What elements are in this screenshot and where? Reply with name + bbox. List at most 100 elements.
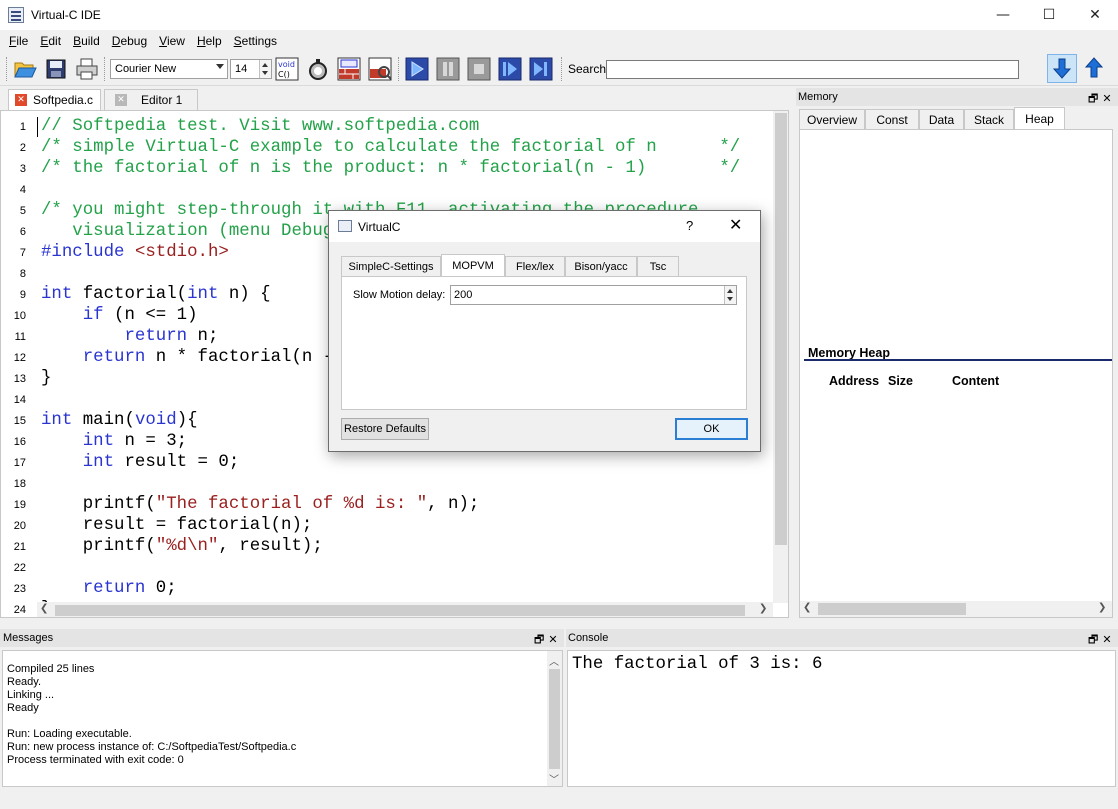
close-window-button[interactable]: ✕ xyxy=(1072,0,1118,30)
dialog-close-button[interactable]: ✕ xyxy=(729,215,742,234)
restore-defaults-button[interactable]: Restore Defaults xyxy=(341,418,429,440)
scroll-left-icon[interactable]: ❮ xyxy=(803,602,811,613)
line-number: 22 xyxy=(13,562,26,574)
dialog-help-button[interactable]: ? xyxy=(686,218,693,233)
scrollbar-thumb[interactable] xyxy=(55,605,745,616)
code-line: int n = 3; xyxy=(41,431,187,452)
build-magnifier-icon[interactable] xyxy=(367,56,393,82)
step-over-icon[interactable] xyxy=(497,56,523,82)
tab-simplec-settings[interactable]: SimpleC-Settings xyxy=(341,256,441,276)
code-token: , n); xyxy=(427,495,480,514)
message-line: Ready. xyxy=(7,676,42,688)
editor-vertical-scrollbar[interactable] xyxy=(773,111,788,603)
tab-flex-lex[interactable]: Flex/lex xyxy=(505,256,565,276)
scroll-up-icon[interactable]: ︿ xyxy=(549,653,559,668)
run-icon[interactable] xyxy=(404,56,430,82)
arrow-up-icon xyxy=(1084,57,1104,78)
tab-editor-1[interactable]: ✕ Editor 1 xyxy=(104,89,198,110)
line-number: 7 xyxy=(19,247,26,259)
scrollbar-thumb[interactable] xyxy=(818,603,966,615)
line-number: 23 xyxy=(13,583,26,595)
open-folder-icon[interactable] xyxy=(12,56,38,82)
tab-heap[interactable]: Heap xyxy=(1014,107,1065,130)
tab-bison-yacc[interactable]: Bison/yacc xyxy=(565,256,637,276)
scroll-left-icon[interactable]: ❮ xyxy=(40,603,48,614)
tab-tsc[interactable]: Tsc xyxy=(637,256,679,276)
font-size-value: 14 xyxy=(235,63,248,75)
scroll-down-icon[interactable]: ﹀ xyxy=(549,771,559,786)
tab-const[interactable]: Const xyxy=(865,109,919,130)
tab-stack[interactable]: Stack xyxy=(964,109,1014,130)
menu-file[interactable]: File xyxy=(3,34,34,48)
code-line: result = factorial(n); xyxy=(41,515,313,536)
step-into-icon[interactable] xyxy=(528,56,554,82)
spinner-arrows-icon[interactable] xyxy=(259,60,271,78)
tab-softpedia-c[interactable]: ✕ Softpedia.c xyxy=(8,89,101,110)
font-family-select[interactable]: Courier New xyxy=(110,59,228,79)
close-icon[interactable]: ✕ xyxy=(115,94,127,106)
code-token: 0; xyxy=(145,579,177,598)
scroll-right-icon[interactable]: ❯ xyxy=(759,603,767,614)
menu-build[interactable]: Build xyxy=(67,34,106,48)
scroll-right-icon[interactable]: ❯ xyxy=(1098,602,1106,613)
memory-dock-buttons[interactable]: 🗗✕ xyxy=(1088,90,1116,109)
memory-heap-title: Memory Heap xyxy=(808,346,890,360)
code-token: if xyxy=(82,306,104,325)
code-line: return n; xyxy=(41,326,219,347)
print-icon[interactable] xyxy=(74,56,100,82)
search-input[interactable] xyxy=(606,60,1019,79)
tab-label: Editor 1 xyxy=(141,93,183,107)
font-size-spinner[interactable]: 14 xyxy=(230,59,272,79)
console-dock-buttons[interactable]: 🗗✕ xyxy=(1088,631,1116,650)
maximize-button[interactable]: ☐ xyxy=(1026,0,1072,30)
editor-horizontal-scrollbar[interactable]: ❮ ❯ xyxy=(37,602,773,617)
code-token: /* simple Virtual-C example to calculate… xyxy=(41,138,741,157)
console-text: The factorial of 3 is: 6 xyxy=(572,655,823,674)
compile-brick-icon[interactable] xyxy=(336,56,362,82)
messages-dock-buttons[interactable]: 🗗✕ xyxy=(534,631,562,650)
menu-debug[interactable]: Debug xyxy=(106,34,153,48)
console-panel-title: Console xyxy=(568,632,609,644)
search-previous-button[interactable] xyxy=(1080,54,1108,83)
menu-view[interactable]: View xyxy=(153,34,191,48)
void-label: void xyxy=(278,60,295,69)
minimize-button[interactable]: — xyxy=(980,0,1026,30)
ok-button[interactable]: OK xyxy=(675,418,748,440)
memory-tab-bar: Overview Const Data Stack Heap xyxy=(798,107,1116,130)
code-token: return xyxy=(82,579,146,598)
code-line: printf("%d\n", result); xyxy=(41,536,323,557)
scrollbar-thumb[interactable] xyxy=(775,113,787,545)
menu-help[interactable]: Help xyxy=(191,34,228,48)
tab-mopvm[interactable]: MOPVM xyxy=(441,254,505,277)
code-token: /* the factorial of n is the product: n … xyxy=(41,159,741,178)
message-line: Process terminated with exit code: 0 xyxy=(7,754,184,766)
close-icon[interactable]: ✕ xyxy=(15,94,27,106)
menu-settings[interactable]: Settings xyxy=(228,34,283,48)
menu-edit[interactable]: Edit xyxy=(34,34,67,48)
code-token: return xyxy=(82,348,146,367)
app-icon xyxy=(8,7,24,23)
code-line: int main(void){ xyxy=(41,410,198,431)
save-icon[interactable] xyxy=(43,56,69,82)
tab-data[interactable]: Data xyxy=(919,109,964,130)
toolbar-separator xyxy=(398,57,399,81)
spinner-arrows-icon[interactable] xyxy=(724,286,736,304)
tab-overview[interactable]: Overview xyxy=(799,109,865,130)
pause-icon[interactable] xyxy=(435,56,461,82)
stop-icon[interactable] xyxy=(466,56,492,82)
search-next-button[interactable] xyxy=(1047,54,1077,83)
code-token: int xyxy=(41,411,73,430)
message-line: Linking ... xyxy=(7,689,55,701)
code-line: } xyxy=(41,368,51,389)
scrollbar-thumb[interactable] xyxy=(549,669,560,769)
code-token: (n <= 1) xyxy=(103,306,198,325)
slow-motion-delay-spinner[interactable]: 200 xyxy=(450,285,737,305)
code-line: int result = 0; xyxy=(41,452,240,473)
line-number: 19 xyxy=(13,499,26,511)
stopwatch-icon[interactable] xyxy=(305,56,331,82)
message-line: Compiled 25 lines xyxy=(7,663,95,675)
void-function-icon[interactable]: void C() xyxy=(274,56,300,82)
